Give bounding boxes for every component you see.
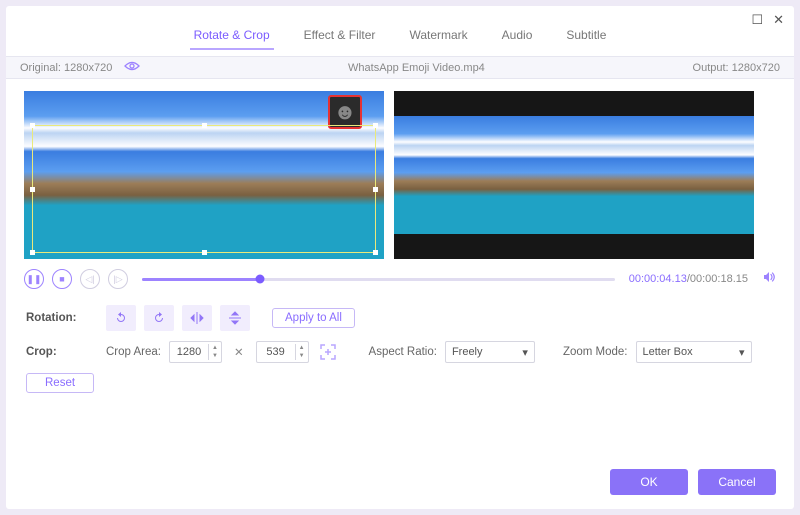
- crop-frame[interactable]: [32, 125, 376, 253]
- crop-handle[interactable]: [373, 250, 378, 255]
- crop-height-stepper[interactable]: ▲▼: [256, 341, 309, 363]
- preview-toggle-icon[interactable]: [124, 61, 140, 74]
- prev-frame-icon: ◁|: [80, 269, 100, 289]
- crop-handle[interactable]: [30, 123, 35, 128]
- ok-button[interactable]: OK: [610, 469, 688, 495]
- chevron-down-icon: ▾: [739, 346, 745, 359]
- crop-height-input[interactable]: [257, 346, 295, 358]
- controls-panel: Rotation: Apply to All Crop: Crop Area: …: [6, 299, 794, 403]
- height-up-icon[interactable]: ▲: [296, 344, 308, 352]
- timeline-progress: [142, 278, 260, 281]
- rotate-right-icon[interactable]: [144, 305, 174, 331]
- dialog-footer: OK Cancel: [6, 459, 794, 509]
- crop-handle[interactable]: [202, 123, 207, 128]
- preview-area: ☻: [6, 79, 794, 265]
- crop-width-input[interactable]: [170, 346, 208, 358]
- times-symbol: ✕: [234, 345, 244, 359]
- source-preview[interactable]: ☻: [24, 91, 384, 259]
- crop-width-stepper[interactable]: ▲▼: [169, 341, 222, 363]
- editor-window: ☐ ✕ Rotate & Crop Effect & Filter Waterm…: [6, 6, 794, 509]
- crop-handle[interactable]: [373, 187, 378, 192]
- tab-bar: Rotate & Crop Effect & Filter Watermark …: [6, 22, 794, 56]
- tab-audio[interactable]: Audio: [498, 22, 537, 50]
- output-resolution: Output: 1280x720: [693, 62, 780, 74]
- chevron-down-icon: ▾: [522, 346, 528, 359]
- pause-icon[interactable]: ❚❚: [24, 269, 44, 289]
- tab-watermark[interactable]: Watermark: [405, 22, 471, 50]
- filename: WhatsApp Emoji Video.mp4: [348, 62, 485, 74]
- width-down-icon[interactable]: ▼: [209, 352, 221, 360]
- tab-rotate-crop[interactable]: Rotate & Crop: [190, 22, 274, 50]
- player-bar: ❚❚ ■ ◁| |▷ 00:00:04.13/00:00:18.15: [6, 265, 794, 299]
- aspect-ratio-label: Aspect Ratio:: [369, 346, 437, 358]
- volume-icon[interactable]: [762, 270, 776, 289]
- height-down-icon[interactable]: ▼: [296, 352, 308, 360]
- tab-subtitle[interactable]: Subtitle: [562, 22, 610, 50]
- crop-handle[interactable]: [30, 250, 35, 255]
- apply-to-all-button[interactable]: Apply to All: [272, 308, 355, 328]
- crop-handle[interactable]: [373, 123, 378, 128]
- tab-effect-filter[interactable]: Effect & Filter: [300, 22, 380, 50]
- reset-button[interactable]: Reset: [26, 373, 94, 393]
- timeline-knob[interactable]: [256, 275, 265, 284]
- crop-label: Crop:: [26, 346, 98, 358]
- original-resolution: Original: 1280x720: [20, 62, 112, 74]
- flip-horizontal-icon[interactable]: [182, 305, 212, 331]
- next-frame-icon: |▷: [108, 269, 128, 289]
- output-preview: [394, 91, 754, 259]
- zoom-mode-select[interactable]: Letter Box▾: [636, 341, 752, 363]
- zoom-mode-label: Zoom Mode:: [563, 346, 628, 358]
- crop-area-label: Crop Area:: [106, 346, 161, 358]
- watermark-emoji-icon: ☻: [328, 95, 362, 129]
- timeline[interactable]: [142, 278, 615, 281]
- time-display: 00:00:04.13/00:00:18.15: [629, 273, 748, 285]
- rotate-left-icon[interactable]: [106, 305, 136, 331]
- crop-handle[interactable]: [202, 250, 207, 255]
- crop-handle[interactable]: [30, 187, 35, 192]
- info-bar: Original: 1280x720 WhatsApp Emoji Video.…: [6, 56, 794, 79]
- aspect-ratio-select[interactable]: Freely▾: [445, 341, 535, 363]
- center-crop-icon[interactable]: [317, 341, 339, 363]
- cancel-button[interactable]: Cancel: [698, 469, 776, 495]
- output-image: [394, 116, 754, 234]
- width-up-icon[interactable]: ▲: [209, 344, 221, 352]
- flip-vertical-icon[interactable]: [220, 305, 250, 331]
- rotation-label: Rotation:: [26, 312, 98, 324]
- stop-icon[interactable]: ■: [52, 269, 72, 289]
